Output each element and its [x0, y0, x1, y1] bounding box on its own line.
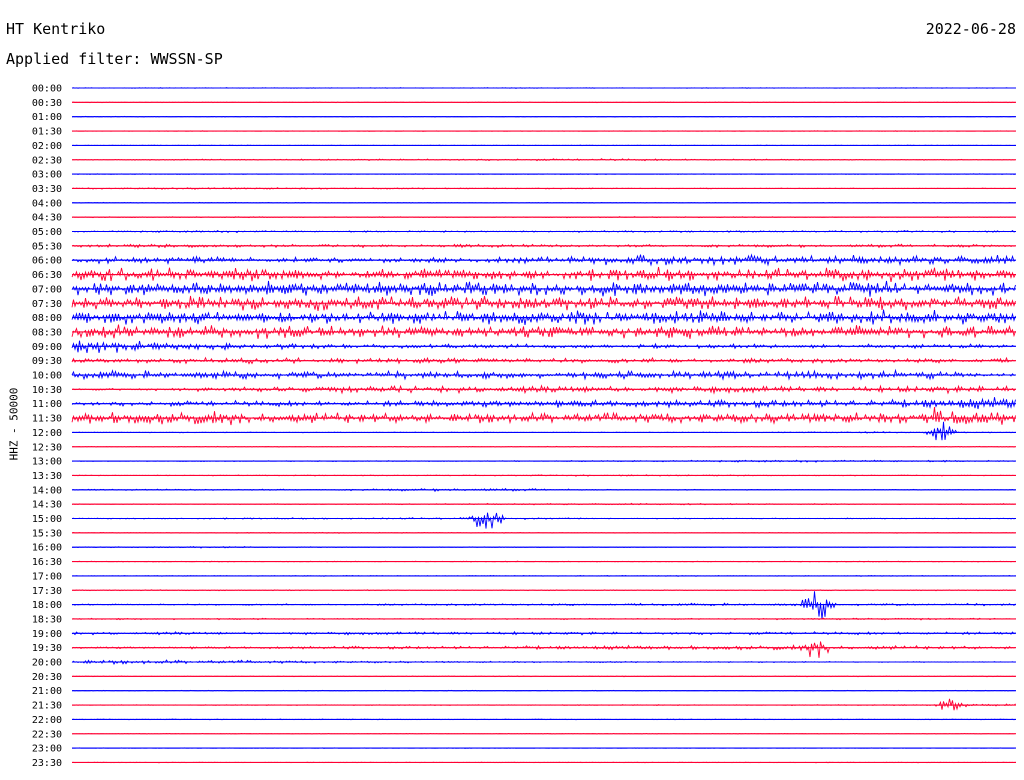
time-tick-label: 14:30 [32, 500, 62, 511]
time-tick-label: 18:00 [32, 600, 62, 611]
time-tick-label: 04:30 [32, 213, 62, 224]
time-tick-label: 16:00 [32, 543, 62, 554]
time-tick-label: 20:00 [32, 658, 62, 669]
time-tick-label: 17:30 [32, 586, 62, 597]
time-tick-label: 19:00 [32, 629, 62, 640]
time-tick-label: 15:30 [32, 528, 62, 539]
time-tick-label: 13:00 [32, 457, 62, 468]
time-tick-label: 19:30 [32, 643, 62, 654]
time-tick-label: 08:00 [32, 313, 62, 324]
seismic-trace [71, 591, 1016, 620]
time-tick-label: 15:00 [32, 514, 62, 525]
time-tick-label: 01:30 [32, 127, 62, 138]
time-tick-label: 09:00 [32, 342, 62, 353]
time-tick-label: 11:00 [32, 399, 62, 410]
seismic-trace [71, 512, 1016, 529]
time-tick-label: 17:00 [32, 571, 62, 582]
time-tick-label: 12:00 [32, 428, 62, 439]
time-tick-label: 05:00 [32, 227, 62, 238]
time-tick-label: 16:30 [32, 557, 62, 568]
seismic-trace [71, 421, 1016, 441]
time-tick-label: 21:30 [32, 701, 62, 712]
time-tick-label: 21:00 [32, 686, 62, 697]
time-tick-label: 05:30 [32, 241, 62, 252]
helicorder-plot: 00:00 00:30 01:00 01:30 02:00 02:30 03:00 03:30… [32, 84, 1016, 769]
time-tick-label: 02:00 [32, 141, 62, 152]
time-tick-label: 03:00 [32, 170, 62, 181]
time-tick-label: 11:30 [32, 414, 62, 425]
time-tick-label: 01:00 [32, 112, 62, 123]
time-tick-label: 02:30 [32, 155, 62, 166]
time-tick-label: 13:30 [32, 471, 62, 482]
seismic-trace [71, 406, 1016, 426]
seismic-trace [71, 641, 1016, 658]
time-tick-label: 00:30 [32, 98, 62, 109]
time-tick-label: 12:30 [32, 442, 62, 453]
time-tick-label: 23:00 [32, 744, 62, 755]
seismic-trace [71, 397, 1016, 410]
time-tick-label: 10:00 [32, 371, 62, 382]
time-tick-label: 03:30 [32, 184, 62, 195]
time-tick-label: 06:30 [32, 270, 62, 281]
time-tick-label: 04:00 [32, 198, 62, 209]
time-tick-label: 14:00 [32, 485, 62, 496]
time-tick-label: 18:30 [32, 614, 62, 625]
time-tick-label: 07:30 [32, 299, 62, 310]
time-tick-label: 09:30 [32, 356, 62, 367]
time-tick-label: 06:00 [32, 256, 62, 267]
time-tick-label: 22:00 [32, 715, 62, 726]
time-tick-label: 20:30 [32, 672, 62, 683]
time-tick-label: 23:30 [32, 758, 62, 769]
time-tick-label: 22:30 [32, 729, 62, 740]
time-tick-label: 10:30 [32, 385, 62, 396]
time-tick-label: 07:00 [32, 284, 62, 295]
time-tick-label: 00:00 [32, 84, 62, 95]
time-tick-label: 08:30 [32, 327, 62, 338]
